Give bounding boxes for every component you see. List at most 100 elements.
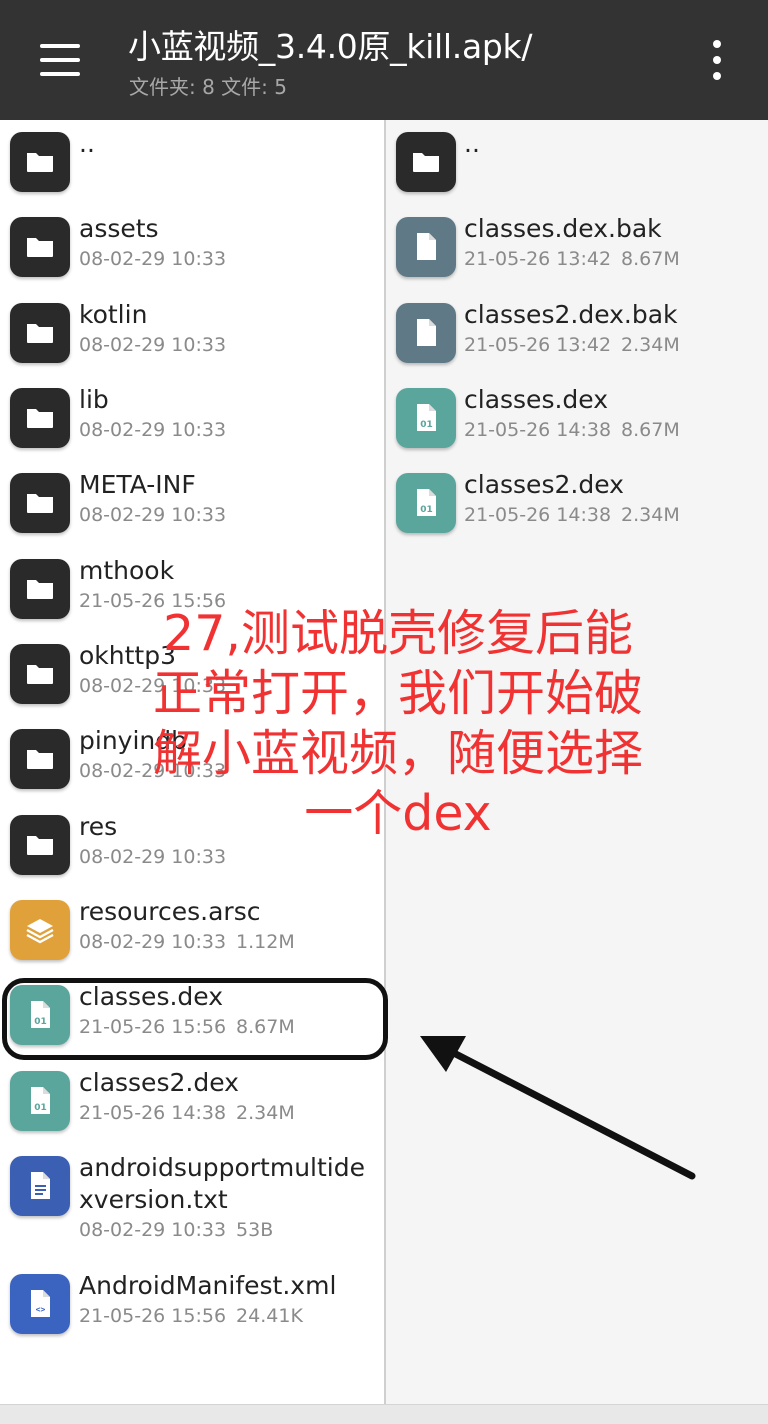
file-meta: 08-02-29 10:33 — [79, 674, 226, 698]
file-name: okhttp3 — [79, 640, 176, 670]
file-name: META-INF — [79, 470, 196, 500]
app-toolbar: 小蓝视频_3.4.0原_kill.apk/ 文件夹: 8 文件: 5 — [0, 0, 768, 120]
folder-icon — [10, 132, 70, 192]
file-name: classes.dex — [464, 384, 609, 414]
folder-row[interactable]: lib 08-02-29 10:33 — [0, 376, 384, 461]
file-date: 21-05-26 15:56 — [79, 1016, 227, 1039]
file-meta: 21-05-26 15:56 24.41K — [79, 1304, 303, 1328]
file-date: 08-02-29 10:33 — [79, 845, 227, 868]
backup-file-icon — [396, 217, 456, 278]
file-size: 8.67M — [236, 1016, 295, 1039]
file-meta: 08-02-29 10:33 — [79, 503, 226, 527]
folder-icon — [10, 302, 70, 363]
folder-icon — [10, 729, 70, 790]
backup-file-icon — [396, 302, 456, 363]
folder-row[interactable]: okhttp3 08-02-29 10:33 — [0, 632, 384, 717]
file-date: 08-02-29 10:33 — [79, 930, 227, 953]
file-name: mthook — [79, 555, 175, 585]
file-date: 08-02-29 10:33 — [79, 760, 227, 783]
folder-row[interactable]: META-INF 08-02-29 10:33 — [0, 461, 384, 546]
xml-file-icon: <> — [10, 1273, 70, 1334]
svg-text:01: 01 — [34, 1017, 47, 1027]
file-size: 8.67M — [621, 248, 680, 271]
more-vertical-icon[interactable] — [700, 40, 734, 80]
file-name: classes2.dex.bak — [464, 299, 678, 329]
file-date: 08-02-29 10:33 — [79, 674, 227, 697]
file-name: AndroidManifest.xml — [79, 1270, 337, 1300]
file-date: 08-02-29 10:33 — [79, 504, 227, 527]
file-name: classes2.dex — [79, 1067, 239, 1097]
dex-file-icon: 01 — [10, 985, 70, 1046]
file-name: .. — [464, 129, 480, 158]
file-name: pinyindb — [79, 726, 187, 756]
text-file-icon — [10, 1155, 70, 1216]
file-meta: 08-02-29 10:33 53B — [79, 1218, 273, 1242]
file-name: classes.dex — [79, 982, 224, 1012]
file-date: 08-02-29 10:33 — [79, 1218, 227, 1241]
file-meta: 08-02-29 10:33 — [79, 845, 226, 869]
folder-icon — [10, 473, 70, 534]
file-date: 08-02-29 10:33 — [79, 418, 227, 441]
file-row[interactable]: androidsupportmultide xversion.txt 08-02-2… — [0, 1144, 384, 1262]
file-date: 21-05-26 14:38 — [79, 1101, 227, 1124]
file-size: 1.12M — [236, 930, 295, 953]
hamburger-menu-icon[interactable] — [32, 40, 88, 80]
file-size: 2.34M — [621, 504, 680, 527]
svg-text:<>: <> — [36, 1305, 46, 1314]
file-row[interactable]: 01 classes.dex 21-05-26 15:56 8.67M — [0, 973, 384, 1058]
file-date: 21-05-26 15:56 — [79, 589, 227, 612]
file-size: 2.34M — [621, 333, 680, 356]
folder-icon — [10, 814, 70, 875]
file-date: 21-05-26 13:42 — [464, 333, 612, 356]
file-name: lib — [79, 384, 109, 414]
folder-row[interactable]: .. — [386, 120, 768, 205]
file-meta: 08-02-29 10:33 — [79, 333, 226, 357]
bottom-bar — [0, 1404, 768, 1424]
dex-file-icon: 01 — [396, 473, 456, 534]
folder-icon — [396, 132, 456, 192]
file-date: 21-05-26 14:38 — [464, 418, 612, 441]
file-name: resources.arsc — [79, 896, 261, 926]
path-title: 小蓝视频_3.4.0原_kill.apk/ — [128, 27, 533, 66]
file-name: classes.dex.bak — [464, 214, 662, 244]
folder-file-count: 文件夹: 8 文件: 5 — [129, 75, 287, 99]
folder-row[interactable]: mthook 21-05-26 15:56 — [0, 547, 384, 632]
dex-file-icon: 01 — [396, 387, 456, 448]
folder-icon — [10, 387, 70, 448]
file-meta: 08-02-29 10:33 — [79, 759, 226, 783]
file-date: 21-05-26 13:42 — [464, 248, 612, 271]
file-name: res — [79, 811, 118, 841]
folder-icon — [10, 217, 70, 278]
folder-icon — [10, 558, 70, 619]
left-file-pane[interactable]: .. assets 08-02-29 10:33 kotlin 08-02-29 10:… — [0, 120, 384, 1404]
file-row[interactable]: <> AndroidManifest.xml 21-05-26 15:56 24.41… — [0, 1262, 384, 1347]
file-row[interactable]: 01 classes.dex 21-05-26 14:38 8.67M — [386, 376, 768, 461]
folder-row[interactable]: assets 08-02-29 10:33 — [0, 205, 384, 290]
file-size: 53B — [236, 1218, 274, 1241]
file-name: classes2.dex — [464, 470, 624, 500]
file-meta: 21-05-26 15:56 — [79, 589, 226, 613]
svg-text:01: 01 — [420, 420, 433, 430]
folder-row[interactable]: kotlin 08-02-29 10:33 — [0, 291, 384, 376]
file-meta: 21-05-26 13:42 8.67M — [464, 247, 680, 271]
file-row[interactable]: 01 classes2.dex 21-05-26 14:38 2.34M — [386, 461, 768, 546]
file-row[interactable]: 01 classes2.dex 21-05-26 14:38 2.34M — [0, 1059, 384, 1144]
file-row[interactable]: classes.dex.bak 21-05-26 13:42 8.67M — [386, 205, 768, 290]
folder-row[interactable]: res 08-02-29 10:33 — [0, 803, 384, 888]
file-row[interactable]: classes2.dex.bak 21-05-26 13:42 2.34M — [386, 291, 768, 376]
file-name: assets — [79, 214, 159, 244]
file-meta: 21-05-26 14:38 8.67M — [464, 418, 680, 442]
file-row[interactable]: resources.arsc 08-02-29 10:33 1.12M — [0, 888, 384, 973]
dex-file-icon: 01 — [10, 1070, 70, 1131]
file-name: kotlin — [79, 299, 148, 329]
folder-row[interactable]: .. — [0, 120, 384, 205]
arsc-file-icon — [10, 899, 70, 960]
svg-text:01: 01 — [34, 1103, 47, 1113]
folder-row[interactable]: pinyindb 08-02-29 10:33 — [0, 717, 384, 802]
file-date: 08-02-29 10:33 — [79, 333, 227, 356]
file-size: 24.41K — [236, 1304, 303, 1327]
right-file-pane[interactable]: .. classes.dex.bak 21-05-26 13:42 8.67M clas… — [386, 120, 768, 1404]
folder-icon — [10, 643, 70, 704]
file-meta: 21-05-26 14:38 2.34M — [79, 1101, 295, 1125]
file-name-continued: xversion.txt — [79, 1184, 228, 1214]
